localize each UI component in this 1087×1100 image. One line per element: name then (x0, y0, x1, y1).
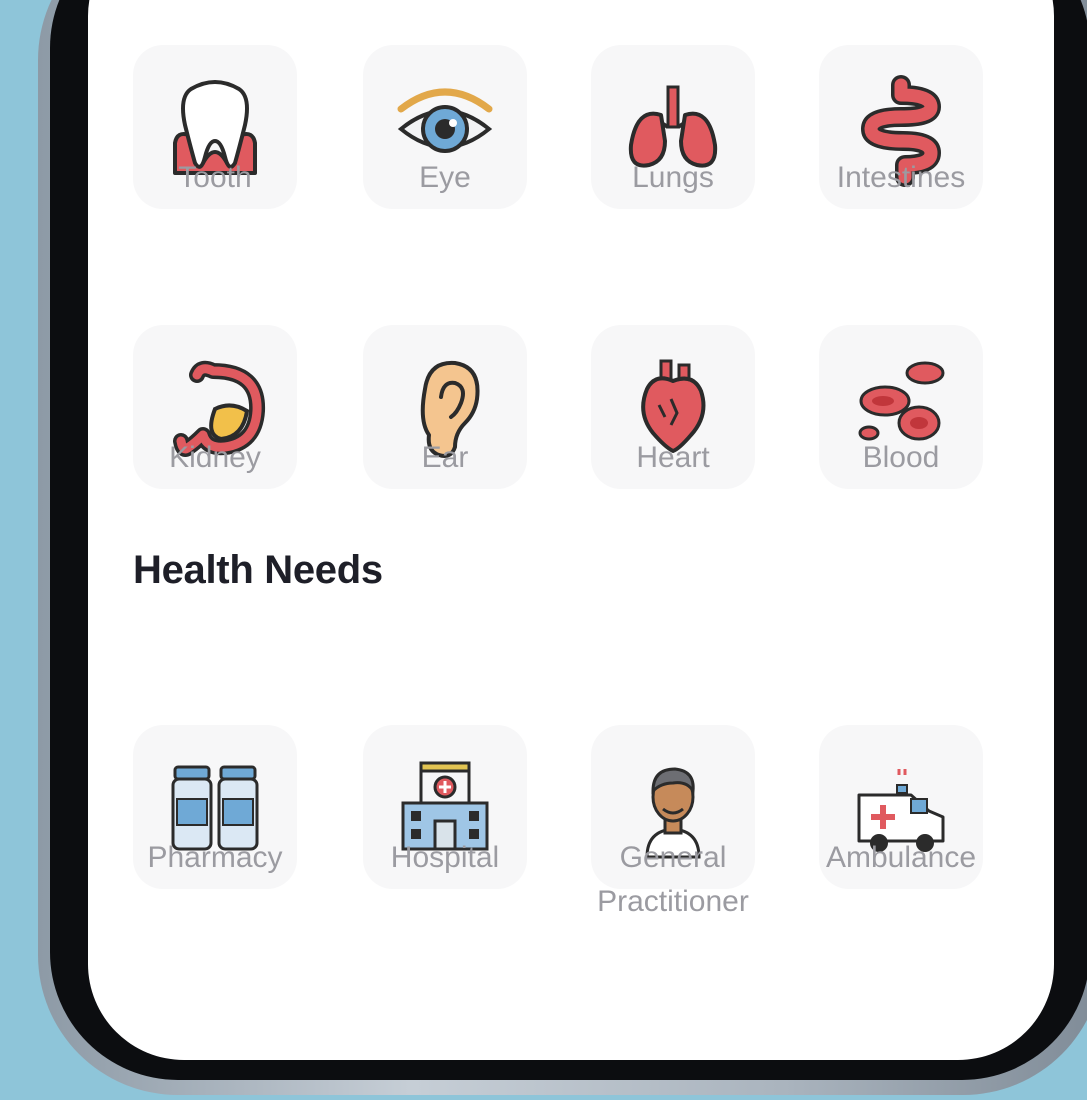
category-label: Heart (636, 441, 710, 474)
section-title: Health Needs (133, 548, 383, 592)
health-need-label-line2: Practitioner (597, 885, 749, 918)
phone-screen: Tooth Eye Lungs Intestines Kidney Ear He… (88, 0, 1054, 1060)
health-need-label-line1: General (619, 841, 727, 874)
category-label: Kidney (169, 441, 261, 474)
category-label: Ear (421, 441, 469, 474)
category-label: Eye (419, 161, 471, 194)
category-label: Lungs (632, 161, 714, 194)
health-need-label: Pharmacy (147, 841, 283, 874)
health-need-label: Ambulance (825, 841, 977, 874)
health-need-label: Hospital (390, 841, 500, 874)
category-label: Tooth (178, 161, 252, 194)
category-label: Blood (862, 441, 940, 474)
category-label: Intestines (836, 161, 966, 194)
